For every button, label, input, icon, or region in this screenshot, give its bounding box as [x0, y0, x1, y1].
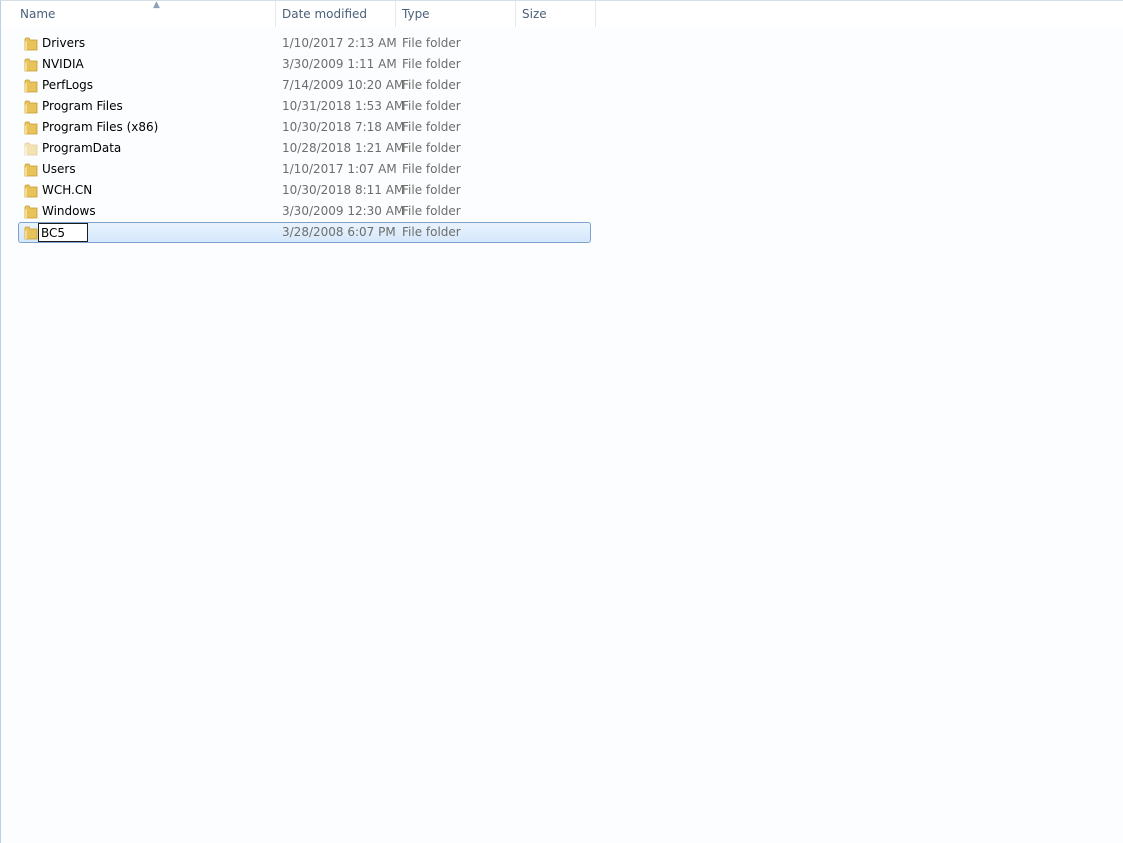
item-name: Windows [42, 204, 96, 218]
list-item[interactable]: Drivers 1/10/2017 2:13 AM File folder [18, 33, 591, 54]
item-type: File folder [402, 183, 461, 197]
folder-icon [24, 100, 38, 114]
item-type: File folder [402, 36, 461, 50]
item-date: 7/14/2009 10:20 AM [282, 78, 405, 92]
hidden-folder-icon [24, 142, 38, 156]
item-date: 1/10/2017 2:13 AM [282, 36, 397, 50]
item-type: File folder [402, 204, 461, 218]
list-item[interactable]: Windows 3/30/2009 12:30 AM File folder [18, 201, 591, 222]
item-type: File folder [402, 57, 461, 71]
column-header-date-label: Date modified [282, 7, 368, 21]
item-date: 10/31/2018 1:53 AM [282, 99, 405, 113]
item-date: 3/30/2009 12:30 AM [282, 204, 405, 218]
list-item[interactable]: Users 1/10/2017 1:07 AM File folder [18, 159, 591, 180]
folder-icon [24, 184, 38, 198]
folder-icon [24, 79, 38, 93]
column-header-date[interactable]: Date modified [276, 1, 396, 27]
list-item[interactable]: Program Files 10/31/2018 1:53 AM File fo… [18, 96, 591, 117]
column-header-size-label: Size [522, 7, 547, 21]
item-date: 1/10/2017 1:07 AM [282, 162, 397, 176]
item-date: 10/30/2018 7:18 AM [282, 120, 405, 134]
rename-input[interactable] [38, 223, 88, 242]
column-header-type[interactable]: Type [396, 1, 516, 27]
item-type: File folder [402, 120, 461, 134]
column-header-bar: Name ▲ Date modified Type Size [1, 0, 1123, 27]
folder-icon [24, 37, 38, 51]
folder-icon [24, 226, 38, 240]
item-type: File folder [402, 141, 461, 155]
item-date: 3/28/2008 6:07 PM [282, 225, 396, 239]
list-item[interactable]: PerfLogs 7/14/2009 10:20 AM File folder [18, 75, 591, 96]
folder-icon [24, 58, 38, 72]
list-item[interactable]: ProgramData 10/28/2018 1:21 AM File fold… [18, 138, 591, 159]
folder-icon [24, 121, 38, 135]
item-name: NVIDIA [42, 57, 84, 71]
item-name: Program Files (x86) [42, 120, 159, 134]
list-item-selected[interactable]: 3/28/2008 6:07 PM File folder [18, 222, 591, 243]
column-header-name-label: Name [20, 7, 56, 21]
item-name: Drivers [42, 36, 86, 50]
item-name: Users [42, 162, 76, 176]
item-type: File folder [402, 78, 461, 92]
item-name: PerfLogs [42, 78, 94, 92]
list-item[interactable]: Program Files (x86) 10/30/2018 7:18 AM F… [18, 117, 591, 138]
file-list-pane[interactable]: Name ▲ Date modified Type Size Drivers 1… [0, 0, 1123, 843]
item-name: ProgramData [42, 141, 122, 155]
column-header-type-label: Type [402, 7, 430, 21]
item-type: File folder [402, 99, 461, 113]
folder-icon [24, 163, 38, 177]
item-type: File folder [402, 162, 461, 176]
item-type: File folder [402, 225, 461, 239]
item-date: 3/30/2009 1:11 AM [282, 57, 397, 71]
sort-ascending-icon: ▲ [153, 0, 160, 10]
list-item[interactable]: WCH.CN 10/30/2018 8:11 AM File folder [18, 180, 591, 201]
column-header-name[interactable]: Name ▲ [14, 0, 276, 27]
folder-icon [24, 205, 38, 219]
list-item[interactable]: NVIDIA 3/30/2009 1:11 AM File folder [18, 54, 591, 75]
item-name: Program Files [42, 99, 123, 113]
item-name: WCH.CN [42, 183, 93, 197]
item-date: 10/30/2018 8:11 AM [282, 183, 405, 197]
item-date: 10/28/2018 1:21 AM [282, 141, 405, 155]
column-header-size[interactable]: Size [516, 1, 596, 27]
